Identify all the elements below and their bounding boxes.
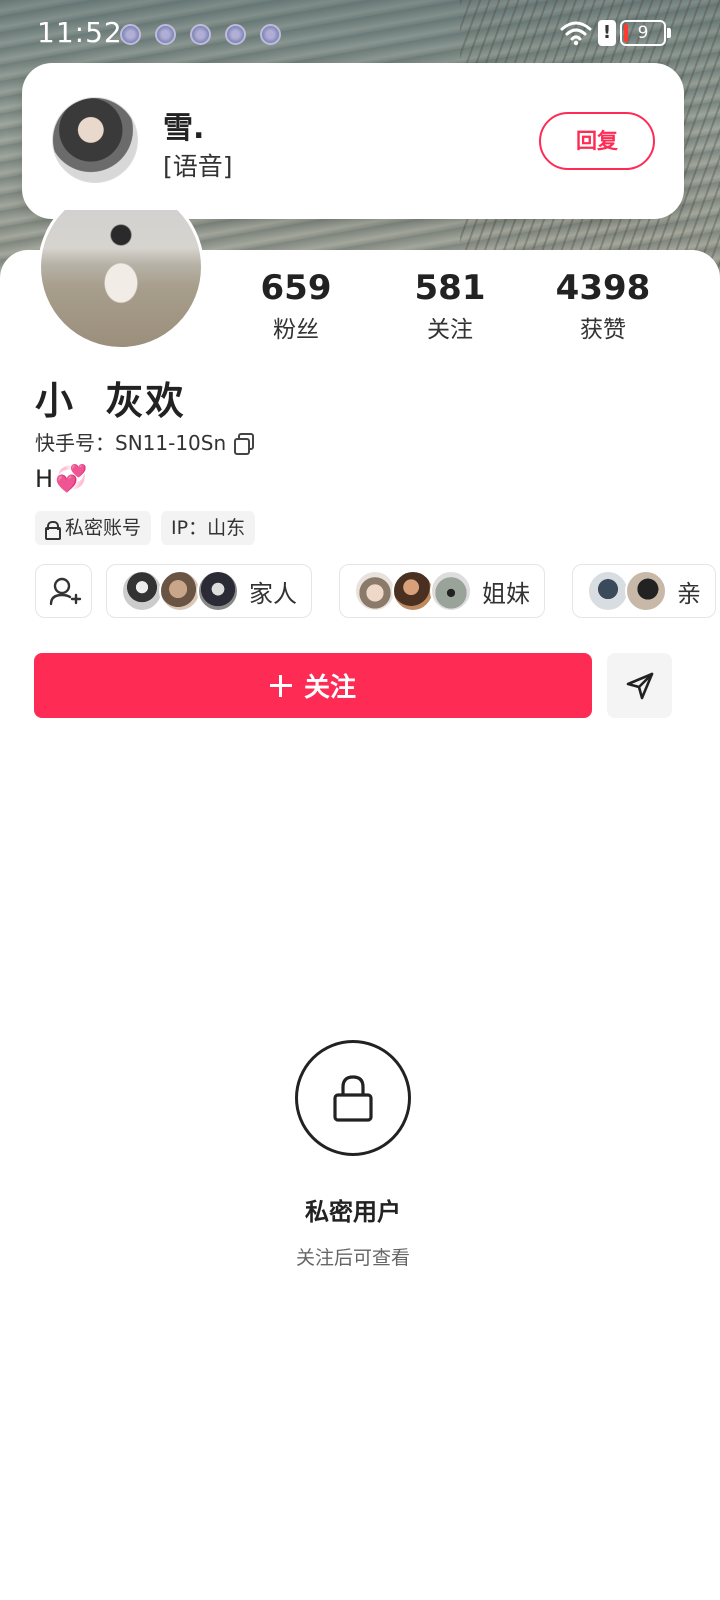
lock-icon <box>45 520 61 540</box>
stat-label: 获赞 <box>580 317 626 343</box>
send-message-button[interactable] <box>607 653 672 718</box>
member-avatar <box>392 570 434 612</box>
status-bar: 11:52 ! 9 <box>0 0 720 70</box>
notification-icons <box>120 24 281 45</box>
app-notification-icon <box>190 24 211 45</box>
group-label: 家人 <box>249 579 297 608</box>
stat-likes[interactable]: 4398 获赞 <box>533 268 673 344</box>
follow-label: 关注 <box>303 673 356 703</box>
private-lock-icon <box>295 1040 411 1156</box>
tag-label: 私密账号 <box>65 517 142 539</box>
sender-name: 雪. <box>163 111 205 146</box>
battery-cap <box>667 28 671 38</box>
sender-avatar <box>52 97 138 183</box>
ip-location-tag: IP：山东 <box>161 511 256 545</box>
stat-label: 粉丝 <box>273 317 319 343</box>
follow-button[interactable]: 关注 <box>34 653 592 718</box>
copy-icon[interactable] <box>234 432 255 455</box>
member-avatar <box>159 570 201 612</box>
kuaishou-id-row: 快手号：SN11-10Sn <box>35 427 255 456</box>
group-chip-sisters[interactable]: 姐妹 <box>339 564 545 618</box>
add-user-icon <box>49 577 82 606</box>
reply-button[interactable]: 回复 <box>539 112 655 170</box>
profile-tags: 私密账号 IP：山东 <box>35 511 256 545</box>
member-avatar <box>430 570 472 612</box>
member-avatar <box>587 570 629 612</box>
profile-bio: H 💞 <box>35 464 87 494</box>
group-chip-close[interactable]: 亲 <box>572 564 716 618</box>
battery-icon: 9 <box>620 20 666 46</box>
heart-emoji: 💞 <box>55 464 88 494</box>
group-chip-family[interactable]: 家人 <box>106 564 312 618</box>
stat-label: 关注 <box>427 317 473 343</box>
profile-name: 小 灰欢 <box>35 379 186 423</box>
member-avatar <box>625 570 667 612</box>
app-notification-icon <box>155 24 176 45</box>
wifi-icon <box>560 21 592 46</box>
private-user-subtitle: 关注后可查看 <box>295 1247 410 1269</box>
tag-label: IP：山东 <box>171 517 246 539</box>
add-friend-button[interactable] <box>35 564 92 618</box>
private-user-title: 私密用户 <box>305 1198 401 1226</box>
send-icon <box>626 672 653 699</box>
alert-icon: ! <box>598 20 616 46</box>
bio-text: H <box>35 465 54 493</box>
plus-icon <box>269 674 292 697</box>
app-notification-icon <box>225 24 246 45</box>
private-account-tag: 私密账号 <box>35 511 152 545</box>
group-chips-row: 家人 姐妹 亲 <box>35 564 720 620</box>
message-preview: [语音] <box>163 152 233 181</box>
stat-value: 581 <box>414 268 486 308</box>
lock-icon <box>333 1075 373 1122</box>
group-label: 亲 <box>677 579 701 608</box>
stat-fans[interactable]: 659 粉丝 <box>226 268 366 344</box>
member-avatar <box>121 570 163 612</box>
app-notification-icon <box>260 24 281 45</box>
message-notification-card[interactable]: 雪. [语音] 回复 <box>22 63 684 219</box>
battery-percent: 9 <box>637 23 649 43</box>
status-time: 11:52 <box>37 16 123 49</box>
stat-following[interactable]: 581 关注 <box>380 268 520 344</box>
stat-value: 659 <box>260 268 332 308</box>
stat-value: 4398 <box>555 268 651 308</box>
app-notification-icon <box>120 24 141 45</box>
member-avatar <box>197 570 239 612</box>
group-label: 姐妹 <box>482 579 530 608</box>
kuaishou-id: 快手号：SN11-10Sn <box>35 431 227 455</box>
member-avatar <box>354 570 396 612</box>
